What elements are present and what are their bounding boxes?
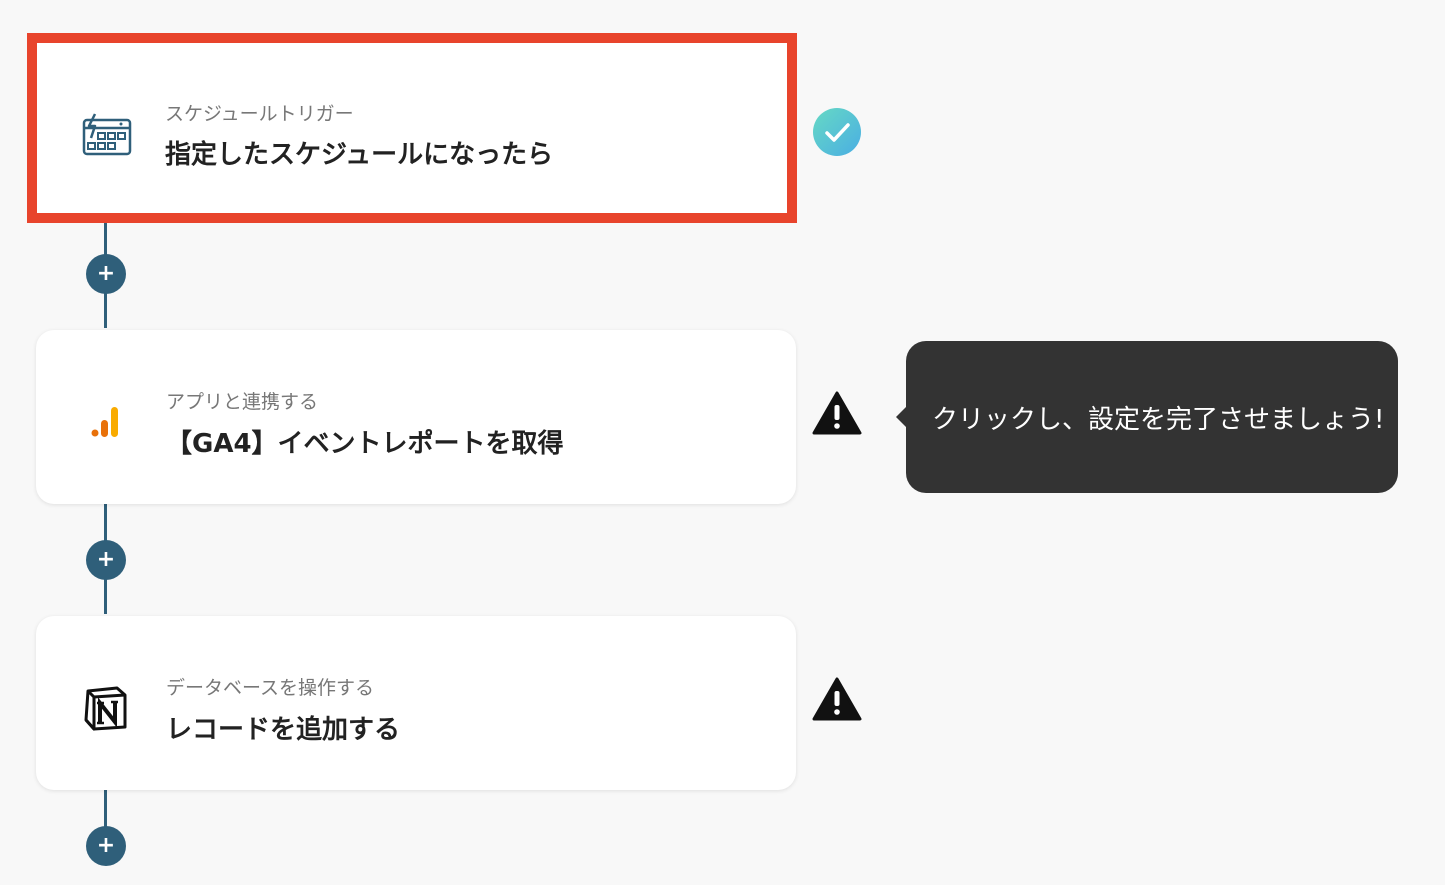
warning-icon [812,674,862,724]
schedule-calendar-icon [79,107,135,163]
add-step-button[interactable]: + [86,540,126,580]
step-card-schedule-trigger[interactable]: スケジュールトリガー 指定したスケジュールになったら [27,33,797,223]
add-step-button[interactable]: + [86,254,126,294]
warning-icon [812,388,862,438]
google-analytics-icon [78,394,134,450]
step-title: 指定したスケジュールになったら [165,140,554,170]
step-card-notion-add-record[interactable]: データベースを操作する レコードを追加する [36,616,796,790]
setup-tooltip: クリックし、設定を完了させましょう! [906,341,1398,493]
step-type-label: データベースを操作する [166,677,375,699]
notion-icon [78,680,134,736]
check-complete-icon [812,107,862,157]
step-type-label: スケジュールトリガー [165,103,354,125]
step-title: 【GA4】イベントレポートを取得 [166,429,564,459]
step-card-ga4-event-report[interactable]: アプリと連携する 【GA4】イベントレポートを取得 [36,330,796,504]
add-step-button[interactable]: + [86,826,126,866]
step-type-label: アプリと連携する [166,391,319,413]
step-title: レコードを追加する [166,715,401,745]
